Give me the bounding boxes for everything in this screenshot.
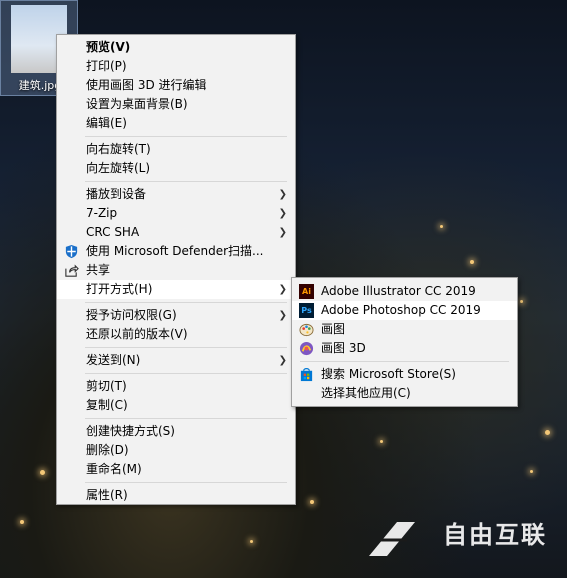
- submenu-item-paint[interactable]: 画图: [292, 320, 517, 339]
- illustrator-icon: Ai: [299, 284, 314, 299]
- menu-separator: [85, 181, 287, 182]
- menu-item-rotate-right[interactable]: 向右旋转(T): [57, 140, 295, 159]
- chevron-right-icon: ❯: [278, 284, 287, 295]
- chevron-right-icon: ❯: [278, 310, 287, 321]
- menu-item-restore-versions[interactable]: 还原以前的版本(V): [57, 325, 295, 344]
- menu-item-label: 发送到(N): [86, 353, 141, 367]
- submenu-item-label: Adobe Photoshop CC 2019: [321, 303, 481, 317]
- menu-item-label: CRC SHA: [86, 225, 140, 239]
- menu-separator: [85, 136, 287, 137]
- store-icon: [300, 368, 313, 382]
- menu-item-properties[interactable]: 属性(R): [57, 486, 295, 505]
- menu-item-label: 播放到设备: [86, 187, 147, 201]
- chevron-right-icon: ❯: [278, 189, 287, 200]
- watermark-text: 自由互联: [443, 521, 547, 549]
- submenu-item-photoshop[interactable]: Ps Adobe Photoshop CC 2019: [292, 301, 517, 320]
- menu-item-open-with[interactable]: 打开方式(H) ❯: [57, 280, 295, 299]
- context-menu: 预览(V) 打印(P) 使用画图 3D 进行编辑 设置为桌面背景(B) 编辑(E…: [56, 34, 296, 505]
- menu-item-cut[interactable]: 剪切(T): [57, 377, 295, 396]
- defender-shield-icon: [65, 244, 78, 259]
- menu-item-label: 打开方式(H): [86, 282, 153, 296]
- chevron-right-icon: ❯: [278, 227, 287, 238]
- photoshop-icon: Ps: [299, 303, 314, 318]
- open-with-submenu: Ai Adobe Illustrator CC 2019 Ps Adobe Ph…: [291, 277, 518, 407]
- submenu-item-choose-other[interactable]: 选择其他应用(C): [292, 384, 517, 403]
- menu-item-delete[interactable]: 删除(D): [57, 441, 295, 460]
- menu-item-edit[interactable]: 编辑(E): [57, 114, 295, 133]
- chevron-right-icon: ❯: [278, 208, 287, 219]
- submenu-item-label: 画图: [321, 322, 346, 336]
- menu-separator: [85, 302, 287, 303]
- submenu-item-label: 画图 3D: [321, 341, 366, 355]
- menu-item-create-shortcut[interactable]: 创建快捷方式(S): [57, 422, 295, 441]
- menu-item-send-to[interactable]: 发送到(N) ❯: [57, 351, 295, 370]
- paint-palette-icon: [299, 323, 314, 337]
- menu-item-print[interactable]: 打印(P): [57, 57, 295, 76]
- submenu-separator: [300, 361, 509, 362]
- submenu-item-search-store[interactable]: 搜索 Microsoft Store(S): [292, 365, 517, 384]
- menu-item-preview[interactable]: 预览(V): [57, 38, 295, 57]
- menu-item-edit-paint3d[interactable]: 使用画图 3D 进行编辑: [57, 76, 295, 95]
- share-icon: [65, 264, 79, 277]
- menu-item-defender-scan[interactable]: 使用 Microsoft Defender扫描...: [57, 242, 295, 261]
- menu-separator: [85, 418, 287, 419]
- chevron-right-icon: ❯: [278, 355, 287, 366]
- menu-item-7zip[interactable]: 7-Zip ❯: [57, 204, 295, 223]
- menu-item-copy[interactable]: 复制(C): [57, 396, 295, 415]
- menu-item-label: 共享: [86, 263, 111, 277]
- menu-item-grant-access[interactable]: 授予访问权限(G) ❯: [57, 306, 295, 325]
- submenu-item-label: 搜索 Microsoft Store(S): [321, 367, 456, 381]
- menu-item-set-background[interactable]: 设置为桌面背景(B): [57, 95, 295, 114]
- menu-separator: [85, 482, 287, 483]
- menu-item-rename[interactable]: 重命名(M): [57, 460, 295, 479]
- menu-item-label: 使用 Microsoft Defender扫描...: [86, 244, 264, 258]
- menu-item-label: 7-Zip: [86, 206, 118, 220]
- menu-separator: [85, 373, 287, 374]
- menu-item-cast-to-device[interactable]: 播放到设备 ❯: [57, 185, 295, 204]
- submenu-item-paint3d[interactable]: 画图 3D: [292, 339, 517, 358]
- paint3d-icon: [299, 341, 314, 356]
- watermark-logo-icon: [369, 522, 415, 556]
- menu-item-share[interactable]: 共享: [57, 261, 295, 280]
- menu-separator: [85, 347, 287, 348]
- menu-item-label: 授予访问权限(G): [86, 308, 177, 322]
- submenu-item-illustrator[interactable]: Ai Adobe Illustrator CC 2019: [292, 282, 517, 301]
- menu-item-rotate-left[interactable]: 向左旋转(L): [57, 159, 295, 178]
- submenu-item-label: Adobe Illustrator CC 2019: [321, 284, 476, 298]
- menu-item-crc-sha[interactable]: CRC SHA ❯: [57, 223, 295, 242]
